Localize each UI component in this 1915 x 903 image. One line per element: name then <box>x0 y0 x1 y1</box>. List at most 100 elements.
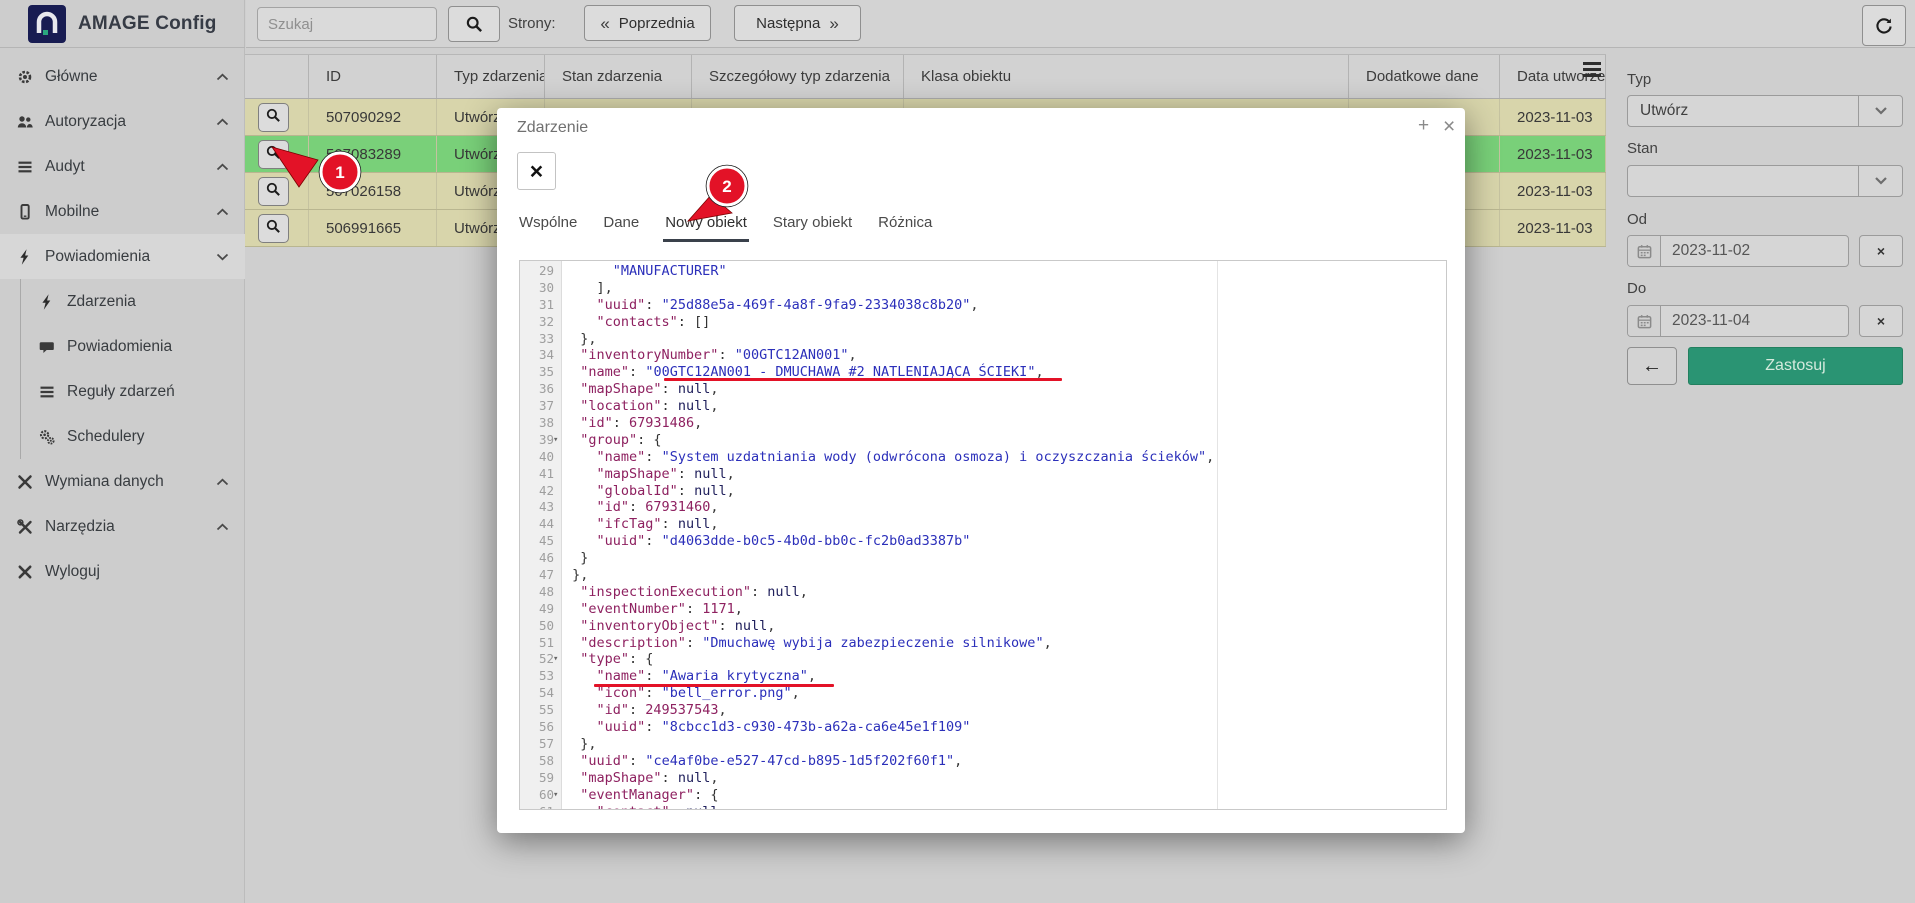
line-number: 40 <box>520 449 554 466</box>
code-text: ], <box>564 280 613 297</box>
fold-icon[interactable]: ▾ <box>553 787 558 804</box>
line-number: 56 <box>520 719 554 736</box>
code-line-42: 42 "globalId": null, <box>520 483 1446 500</box>
type-filter-select[interactable]: Utwórz <box>1627 95 1903 127</box>
line-number: 50 <box>520 618 554 635</box>
clear-from-date-button[interactable]: × <box>1859 235 1903 267</box>
row-details-button[interactable] <box>258 103 289 132</box>
code-line-46: 46 } <box>520 550 1446 567</box>
magnifier-icon <box>265 107 282 127</box>
column-header-stan-zdarzenia[interactable]: Stan zdarzenia <box>545 55 692 98</box>
column-header-klasa-obiektu[interactable]: Klasa obiektu <box>904 55 1349 98</box>
to-date-input[interactable]: 2023-11-04 <box>1627 305 1849 337</box>
sidebar-item-główne[interactable]: Główne <box>0 54 245 99</box>
sidebar-item-mobilne[interactable]: Mobilne <box>0 189 245 234</box>
code-line-39: 39▾ "group": { <box>520 432 1446 449</box>
next-page-button[interactable]: Następna » <box>734 5 861 41</box>
code-text: "location": null, <box>564 398 718 415</box>
apply-button[interactable]: Zastosuj <box>1688 347 1903 385</box>
column-header-actions <box>245 55 309 98</box>
from-date-input[interactable]: 2023-11-02 <box>1627 235 1849 267</box>
tab-dane[interactable]: Dane <box>601 210 641 242</box>
search-input[interactable] <box>257 7 437 41</box>
sidebar-item-narzędzia[interactable]: Narzędzia <box>0 504 245 549</box>
line-number: 43 <box>520 499 554 516</box>
row-details-button[interactable] <box>258 177 289 206</box>
sidebar-item-wyloguj[interactable]: Wyloguj <box>0 549 245 594</box>
code-line-35: 35 "name": "00GTC12AN001 - DMUCHAWA #2 N… <box>520 364 1446 381</box>
close-x-icon: × <box>530 158 543 185</box>
code-text: "id": 67931486, <box>564 415 702 432</box>
sidebar-item-autoryzacja[interactable]: Autoryzacja <box>0 99 245 144</box>
fold-icon[interactable]: ▾ <box>553 432 558 449</box>
column-header-dodatkowe-dane[interactable]: Dodatkowe dane <box>1349 55 1500 98</box>
column-menu-icon[interactable] <box>1581 59 1603 79</box>
code-text: "mapShape": null, <box>564 381 718 398</box>
sidebar-item-reguły-zdarzeń[interactable]: Reguły zdarzeń <box>21 369 245 414</box>
code-line-49: 49 "eventNumber": 1171, <box>520 601 1446 618</box>
tab-stary-obiekt[interactable]: Stary obiekt <box>771 210 854 242</box>
previous-page-button[interactable]: « Poprzednia <box>584 5 711 41</box>
tab-nowy-obiekt[interactable]: Nowy obiekt <box>663 210 749 242</box>
column-header-szczegółowy-typ-zdarzenia[interactable]: Szczegółowy typ zdarzenia <box>692 55 904 98</box>
sidebar-item-label: Powiadomienia <box>67 338 172 356</box>
row-id: 506991665 <box>309 210 437 246</box>
from-date-label: Od <box>1627 211 1647 228</box>
magnifier-icon <box>265 181 282 201</box>
code-line-55: 55 "id": 249537543, <box>520 702 1446 719</box>
search-button[interactable] <box>448 6 500 42</box>
sidebar-item-schedulery[interactable]: Schedulery <box>21 414 245 459</box>
maximize-icon[interactable]: + <box>1418 116 1429 135</box>
brand-row: AMAGE Config <box>0 0 245 48</box>
magnifier-icon <box>265 218 282 238</box>
row-created-date: 2023-11-03 <box>1500 173 1606 209</box>
code-line-38: 38 "id": 67931486, <box>520 415 1446 432</box>
back-button[interactable]: ← <box>1627 347 1677 385</box>
sidebar-item-wymiana-danych[interactable]: Wymiana danych <box>0 459 245 504</box>
refresh-button[interactable] <box>1862 5 1906 46</box>
sidebar-item-zdarzenia[interactable]: Zdarzenia <box>21 279 245 324</box>
sidebar-item-audyt[interactable]: Audyt <box>0 144 245 189</box>
event-modal: Zdarzenie + × × WspólneDaneNowy obiektSt… <box>497 108 1465 833</box>
tab-wspólne[interactable]: Wspólne <box>517 210 579 242</box>
line-number: 49 <box>520 601 554 618</box>
close-icon[interactable]: × <box>1443 116 1455 137</box>
code-text: "description": "Dmuchawę wybija zabezpie… <box>564 635 1052 652</box>
chevron-up-icon <box>216 208 229 216</box>
code-text: "name": "Awaria krytyczna", <box>564 668 816 685</box>
search-icon <box>465 15 484 34</box>
chevron-down-icon <box>1874 172 1888 190</box>
bolt-icon <box>38 293 56 311</box>
code-text: "ifcTag": null, <box>564 516 718 533</box>
code-line-60: 60▾ "eventManager": { <box>520 787 1446 804</box>
sidebar-item-powiadomienia[interactable]: Powiadomienia <box>0 234 245 279</box>
json-code-editor[interactable]: 29 "MANUFACTURER"30 ],31 "uuid": "25d88e… <box>519 260 1447 810</box>
line-number: 33 <box>520 331 554 348</box>
code-text: "group": { <box>564 432 662 449</box>
code-text: "inventoryObject": null, <box>564 618 775 635</box>
state-filter-select[interactable] <box>1627 165 1903 197</box>
row-details-button[interactable] <box>258 214 289 243</box>
cogs-icon <box>38 428 56 446</box>
code-line-40: 40 "name": "System uzdatniania wody (odw… <box>520 449 1446 466</box>
clear-icon: × <box>1877 313 1885 329</box>
modal-close-button[interactable]: × <box>517 152 556 190</box>
column-header-typ-zdarzenia[interactable]: Typ zdarzenia <box>437 55 545 98</box>
row-details-button[interactable] <box>258 140 289 169</box>
line-number: 54 <box>520 685 554 702</box>
tab-różnica[interactable]: Różnica <box>876 210 934 242</box>
code-text: "mapShape": null, <box>564 770 718 787</box>
code-line-44: 44 "ifcTag": null, <box>520 516 1446 533</box>
sidebar-item-powiadomienia[interactable]: Powiadomienia <box>21 324 245 369</box>
line-number: 57 <box>520 736 554 753</box>
column-header-id[interactable]: ID <box>309 55 437 98</box>
code-line-53: 53 "name": "Awaria krytyczna", <box>520 668 1446 685</box>
table-header-row: IDTyp zdarzeniaStan zdarzeniaSzczegółowy… <box>245 54 1606 99</box>
fold-icon[interactable]: ▾ <box>553 651 558 668</box>
code-line-34: 34 "inventoryNumber": "00GTC12AN001", <box>520 347 1446 364</box>
code-line-29: 29 "MANUFACTURER" <box>520 263 1446 280</box>
row-created-date: 2023-11-03 <box>1500 210 1606 246</box>
code-text: "id": 67931460, <box>564 499 718 516</box>
line-number: 48 <box>520 584 554 601</box>
clear-to-date-button[interactable]: × <box>1859 305 1903 337</box>
